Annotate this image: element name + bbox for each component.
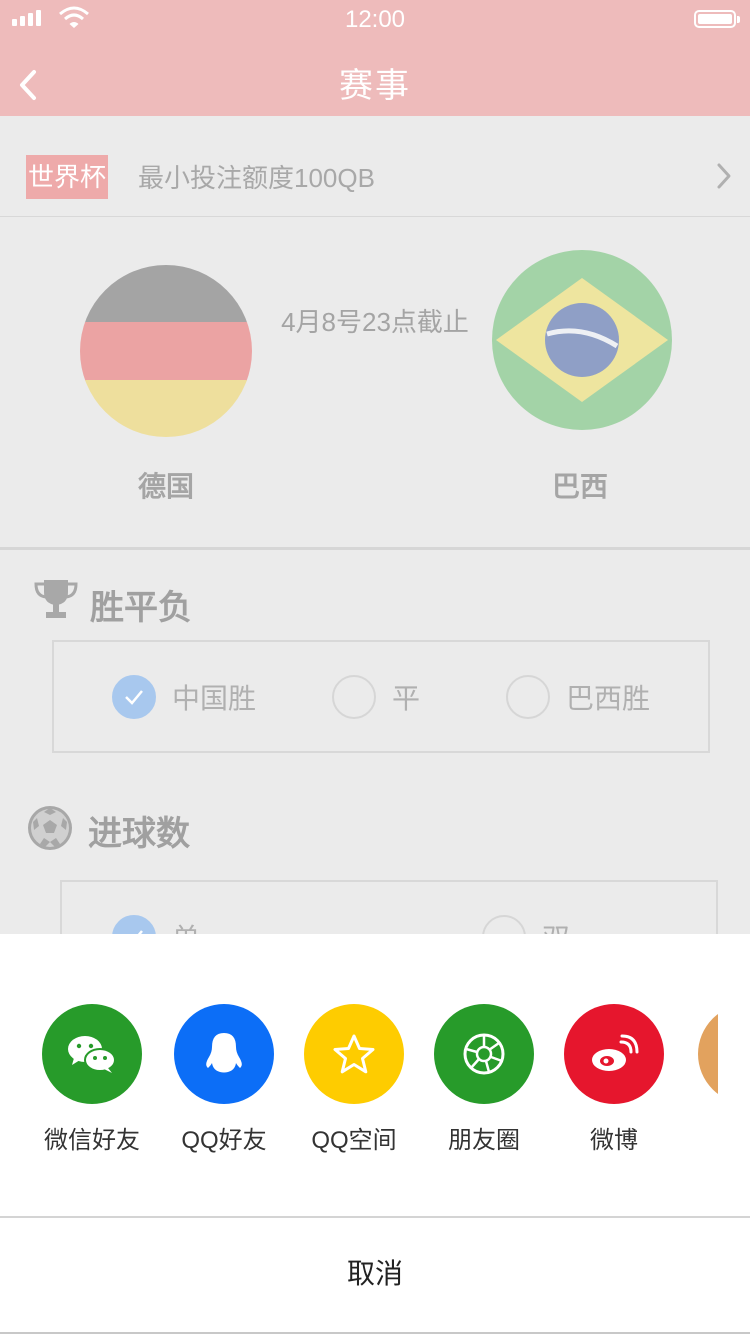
share-options-strip[interactable]: 微信好友 QQ好友 QQ空间 朋友圈 微博 bbox=[0, 934, 718, 1216]
partial-share-icon bbox=[698, 1004, 718, 1104]
moments-icon bbox=[434, 1004, 534, 1104]
share-qq[interactable]: QQ好友 bbox=[159, 1004, 289, 1155]
trophy-icon bbox=[34, 580, 78, 618]
share-moments[interactable]: 朋友圈 bbox=[419, 1004, 549, 1155]
min-bet-text: 最小投注额度100QB bbox=[138, 163, 375, 193]
qq-icon bbox=[174, 1004, 274, 1104]
league-tag: 世界杯 bbox=[26, 155, 109, 199]
share-label: QQ空间 bbox=[311, 1127, 397, 1154]
status-time: 12:00 bbox=[344, 6, 406, 33]
share-more-partial[interactable]: 微 bbox=[683, 1004, 718, 1155]
qzone-star-icon bbox=[304, 1004, 404, 1104]
nav-bar: 赛事 bbox=[0, 40, 750, 116]
section-title-result: 胜平负 bbox=[90, 589, 192, 627]
wechat-icon bbox=[42, 1004, 142, 1104]
match-card: 4月8号23点截止 德国 巴西 bbox=[0, 217, 750, 550]
share-weibo[interactable]: 微博 bbox=[549, 1004, 679, 1155]
option-home-win[interactable]: 中国胜 bbox=[112, 675, 256, 719]
option-away-win[interactable]: 巴西胜 bbox=[506, 675, 650, 719]
result-options-box: 中国胜 平 巴西胜 bbox=[52, 640, 710, 753]
share-label: 朋友圈 bbox=[448, 1127, 520, 1154]
weibo-icon bbox=[564, 1004, 664, 1104]
soccer-ball-icon bbox=[28, 806, 72, 850]
option-label: 巴西胜 bbox=[566, 683, 651, 714]
home-team-name: 德国 bbox=[137, 471, 194, 502]
cancel-button[interactable]: 取消 bbox=[0, 1218, 750, 1330]
share-label: 微 bbox=[683, 1120, 718, 1155]
chevron-right-icon bbox=[717, 163, 731, 189]
battery-icon bbox=[694, 10, 740, 28]
league-row[interactable]: 世界杯 最小投注额度100QB bbox=[0, 118, 750, 217]
germany-flag-icon bbox=[80, 265, 252, 437]
radio-icon bbox=[332, 675, 376, 719]
share-label: 微信好友 bbox=[44, 1127, 140, 1154]
share-wechat[interactable]: 微信好友 bbox=[27, 1004, 157, 1155]
option-label: 平 bbox=[392, 683, 421, 714]
share-label: 微博 bbox=[590, 1127, 638, 1154]
radio-icon bbox=[506, 675, 550, 719]
away-team-name: 巴西 bbox=[551, 471, 608, 502]
deadline-text: 4月8号23点截止 bbox=[281, 307, 469, 337]
page-title: 赛事 bbox=[339, 67, 411, 105]
share-qzone[interactable]: QQ空间 bbox=[289, 1004, 419, 1155]
brazil-flag-icon bbox=[492, 250, 672, 430]
option-draw[interactable]: 平 bbox=[332, 675, 420, 719]
status-bar: 12:00 bbox=[0, 0, 750, 40]
checkmark-icon bbox=[112, 675, 156, 719]
option-label: 中国胜 bbox=[172, 683, 257, 714]
section-title-goals: 进球数 bbox=[88, 815, 190, 853]
share-label: QQ好友 bbox=[181, 1127, 267, 1154]
share-sheet: 微信好友 QQ好友 QQ空间 朋友圈 微博 取消 bbox=[0, 934, 750, 1334]
